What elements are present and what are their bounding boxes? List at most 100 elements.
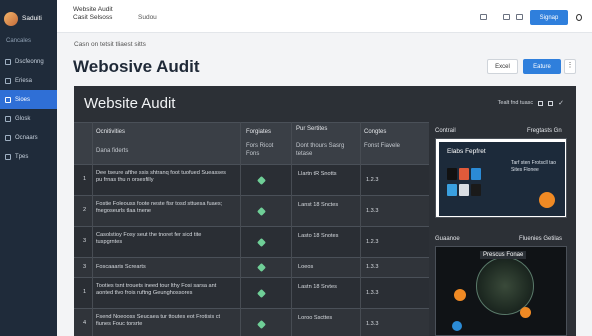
preview-badge-icon (539, 192, 555, 208)
topbar-context[interactable]: Sudou (138, 14, 157, 21)
row-score: 1.3.3 (366, 264, 379, 270)
row-score: 1.3.3 (366, 321, 379, 327)
col-forgiates-header[interactable]: Forgiates (246, 129, 271, 137)
sidebar-item-label: Sioes (15, 96, 31, 103)
col-congtes-header[interactable]: Congtes (364, 129, 386, 137)
preview-card-desktop[interactable]: Elabs Fepfret Tarf sten Frotscll tao Sit… (435, 138, 567, 218)
feature-button[interactable]: Eature (523, 59, 561, 74)
row-description: Foscaaaris Screarts (96, 264, 146, 270)
excel-button[interactable]: Excel (487, 59, 518, 74)
row-number: 1 (83, 176, 87, 182)
table-row[interactable]: 3 Foscaaaris Screarts Loeos 1.3.3 (74, 257, 429, 277)
flag-icon[interactable] (548, 100, 554, 106)
sidebar: Saduiti Cancales Dscfeonng Eriesa Sioes … (0, 0, 57, 336)
check-badge-icon (257, 263, 266, 272)
table-body: 1 Dee tseure afthe ssis shtranq foot tuo… (74, 164, 429, 336)
list-icon (5, 153, 11, 160)
preview-tile (471, 184, 481, 196)
row-description: Fsend Noeooss Seucaea tur ttoutes eot Fr… (96, 314, 221, 328)
row-description: Fostie Foleouss foote neste fisr tosd st… (96, 201, 223, 215)
chart-icon (5, 134, 11, 141)
preview-screen: Elabs Fepfret Tarf sten Frotscll tao Sit… (439, 142, 565, 216)
preview-title: Elabs Fepfret (447, 148, 486, 155)
preview-node-icon (452, 321, 462, 331)
sidebar-item-5[interactable]: Tpes (0, 147, 57, 166)
brand-logo (4, 12, 18, 26)
sidebar-section-label: Cancales (6, 38, 32, 44)
table-header: Ocnitivities Dana fiderts Forgiates Fors… (74, 122, 429, 164)
panel-tools-label: Tealt fnd tuasc (497, 100, 534, 106)
table-row[interactable]: 2 Fostie Foleouss foote neste fisr tosd … (74, 195, 429, 226)
side-head-left: Contrail (435, 128, 456, 134)
table-row[interactable]: 3 Casolstioy Fosy seut the tnoret fer si… (74, 226, 429, 257)
row-spec: Loeos (298, 264, 314, 270)
side-head2-left: Guaanoe (435, 236, 460, 242)
table-row[interactable]: 1 Tooties tsnt trouets ineed tour lthy F… (74, 277, 429, 308)
panel-tools: Tealt fnd tuasc ✓ (498, 99, 564, 107)
sidebar-item-label: Ocnaars (15, 134, 38, 141)
panel-title: Website Audit (84, 95, 176, 112)
col-sertites-header[interactable]: Pur Sertites (296, 126, 356, 134)
topbar-title: Website Audit Casit Selsoss (73, 6, 113, 22)
row-number: 4 (83, 320, 87, 326)
row-description: Casolstioy Fosy seut the tnoret fer sicd… (96, 232, 202, 246)
check-badge-icon (257, 207, 266, 216)
breadcrumb[interactable]: Casn on tetsit tliaest sitts (74, 41, 146, 48)
row-spec: Llartn tR Snotts (298, 171, 337, 177)
more-menu-button[interactable]: ⋮ (564, 59, 576, 74)
preview-tile (459, 168, 469, 180)
share-icon[interactable] (538, 100, 544, 106)
col-forgiates-sub: Fors Ricot Fons (246, 143, 274, 157)
row-description: Tooties tsnt trouets ineed tour lthy Fos… (96, 283, 217, 297)
col-sertites-sub: Dont thours Sasrg tetase (296, 143, 345, 157)
preview-node-icon (520, 307, 531, 318)
topbar-title-line2: Casit Selsoss (73, 14, 113, 22)
preview-subtitle: Tarf sten Frotscll tao Sites Flonee (511, 160, 557, 173)
table-row[interactable]: 1 Dee tseure afthe ssis shtranq foot tuo… (74, 164, 429, 195)
side-head2-right[interactable]: Fluenies Getilas (519, 236, 562, 242)
row-number: 3 (83, 238, 87, 244)
preview-tile (447, 184, 457, 196)
row-spec: Lastn 18 Srvtes (298, 284, 337, 290)
sidebar-item-0[interactable]: Dscfeonng (0, 52, 57, 71)
tablet-icon[interactable] (480, 14, 487, 20)
sidebar-item-3[interactable]: Glosk (0, 109, 57, 128)
settings-icon[interactable] (516, 14, 523, 20)
row-spec: Loroo Sscttes (298, 315, 333, 321)
user-icon[interactable] (576, 14, 582, 21)
folder-icon (5, 77, 11, 84)
col-activities-sub: Dana fiderts (96, 148, 129, 154)
monitor-icon[interactable] (503, 14, 510, 20)
row-score: 1.2.3 (366, 177, 379, 183)
row-spec: Lasto 18 Snotes (298, 233, 339, 239)
row-number: 1 (83, 289, 87, 295)
sidebar-item-1[interactable]: Eriesa (0, 71, 57, 90)
brand[interactable]: Saduiti (0, 0, 57, 30)
check-badge-icon (257, 320, 266, 329)
row-number: 2 (83, 207, 87, 213)
audit-table: Ocnitivities Dana fiderts Forgiates Fors… (74, 122, 429, 336)
sidebar-item-2[interactable]: Sioes (0, 90, 57, 109)
page-icon (5, 96, 11, 103)
row-description: Dee tseure afthe ssis shtranq foot tuofu… (96, 170, 226, 184)
sidebar-item-label: Glosk (15, 115, 31, 122)
book-icon (5, 115, 11, 122)
preview-tile (459, 184, 469, 196)
check-badge-icon (257, 238, 266, 247)
row-score: 1.3.3 (366, 208, 379, 214)
preview-banner: Prescus Fonae (480, 251, 527, 259)
sidebar-item-label: Dscfeonng (15, 58, 44, 65)
brand-name: Saduiti (22, 15, 42, 23)
preview-card-mobile[interactable]: Prescus Fonae (435, 246, 567, 336)
check-icon[interactable]: ✓ (558, 99, 564, 107)
side-head-right[interactable]: Fregtasts Gn (527, 128, 562, 134)
audit-panel: Website Audit Tealt fnd tuasc ✓ Ocnitivi… (74, 86, 576, 336)
table-row[interactable]: 4 Fsend Noeooss Seucaea tur ttoutes eot … (74, 308, 429, 336)
sidebar-item-4[interactable]: Ocnaars (0, 128, 57, 147)
signup-button[interactable]: Signap (530, 10, 568, 25)
check-badge-icon (257, 176, 266, 185)
grid-icon (5, 58, 11, 65)
check-badge-icon (257, 289, 266, 298)
col-activities-header[interactable]: Ocnitivities (96, 129, 125, 137)
row-score: 1.2.3 (366, 239, 379, 245)
